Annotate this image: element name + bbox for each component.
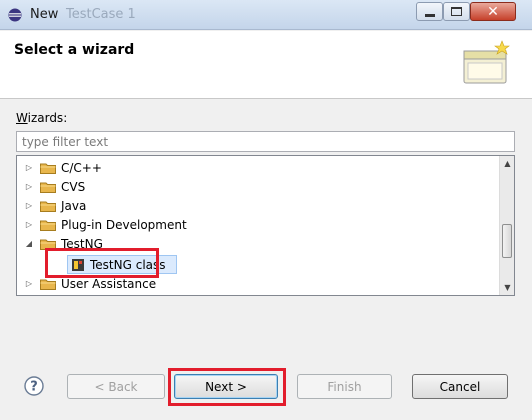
wizards-label: Wizards: <box>16 111 67 125</box>
expand-icon[interactable]: ▷ <box>24 220 34 230</box>
maximize-button[interactable] <box>443 2 470 21</box>
tree-item-label: TestNG <box>61 236 103 251</box>
testng-class-icon <box>72 258 84 271</box>
tree-scrollbar[interactable]: ▲ ▼ <box>499 156 514 295</box>
expand-icon[interactable]: ▷ <box>24 279 34 289</box>
minimize-button[interactable] <box>416 2 443 21</box>
tree-item-label: User Assistance <box>61 276 157 291</box>
folder-icon <box>40 201 56 212</box>
expand-icon[interactable]: ▷ <box>24 182 34 192</box>
collapse-icon[interactable]: ◢ <box>24 239 34 249</box>
wizard-tree-rows: ▷ C/C++ ▷ CVS ▷ Java ▷ Plug-in Developme… <box>17 156 499 295</box>
tree-item-c-cpp[interactable]: ▷ C/C++ <box>17 158 499 177</box>
tree-item-cvs[interactable]: ▷ CVS <box>17 177 499 196</box>
tree-item-label: TestNG class <box>90 257 166 272</box>
svg-text:?: ? <box>30 380 38 395</box>
minimize-icon <box>424 13 435 17</box>
folder-icon <box>40 163 56 174</box>
folder-icon <box>40 220 56 231</box>
scroll-thumb[interactable] <box>502 224 512 258</box>
wizard-tree[interactable]: ▷ C/C++ ▷ CVS ▷ Java ▷ Plug-in Developme… <box>16 155 515 296</box>
window-title: New <box>30 7 59 22</box>
next-button[interactable]: Next > <box>174 374 278 399</box>
back-button[interactable]: < Back <box>67 374 165 399</box>
tree-item-label: CVS <box>61 179 86 194</box>
help-icon[interactable]: ? <box>24 376 44 396</box>
wizard-banner: Select a wizard <box>0 31 532 99</box>
tree-item-label: Java <box>61 198 87 213</box>
scroll-down-icon[interactable]: ▼ <box>500 280 514 295</box>
folder-icon <box>40 182 56 193</box>
expand-icon[interactable]: ▷ <box>24 201 34 211</box>
close-icon: ✕ <box>487 3 499 20</box>
wizards-label-mnemonic: W <box>16 111 28 125</box>
expand-icon[interactable]: ▷ <box>24 163 34 173</box>
filter-input[interactable] <box>16 131 515 152</box>
tree-item-label: Plug-in Development <box>61 217 187 232</box>
title-bar: New TestCase 1 ✕ <box>0 0 532 30</box>
tree-item-user-assistance[interactable]: ▷ User Assistance <box>17 274 499 293</box>
tree-item-testng[interactable]: ◢ TestNG <box>17 234 499 253</box>
background-window-title: TestCase 1 <box>66 7 136 22</box>
folder-open-icon <box>40 239 56 250</box>
wizards-label-text: izards: <box>27 111 68 125</box>
page-title: Select a wizard <box>14 42 135 58</box>
cancel-button[interactable]: Cancel <box>412 374 508 399</box>
finish-button[interactable]: Finish <box>297 374 392 399</box>
tree-item-testng-class[interactable]: TestNG class <box>67 255 177 274</box>
tree-item-plug-in-development[interactable]: ▷ Plug-in Development <box>17 215 499 234</box>
folder-icon <box>40 279 56 290</box>
scroll-up-icon[interactable]: ▲ <box>500 156 514 171</box>
eclipse-icon <box>8 8 22 22</box>
tree-item-label: C/C++ <box>61 160 102 175</box>
close-button[interactable]: ✕ <box>470 2 516 21</box>
wizard-banner-icon <box>463 40 510 84</box>
tree-item-java[interactable]: ▷ Java <box>17 196 499 215</box>
maximize-icon <box>451 7 462 16</box>
